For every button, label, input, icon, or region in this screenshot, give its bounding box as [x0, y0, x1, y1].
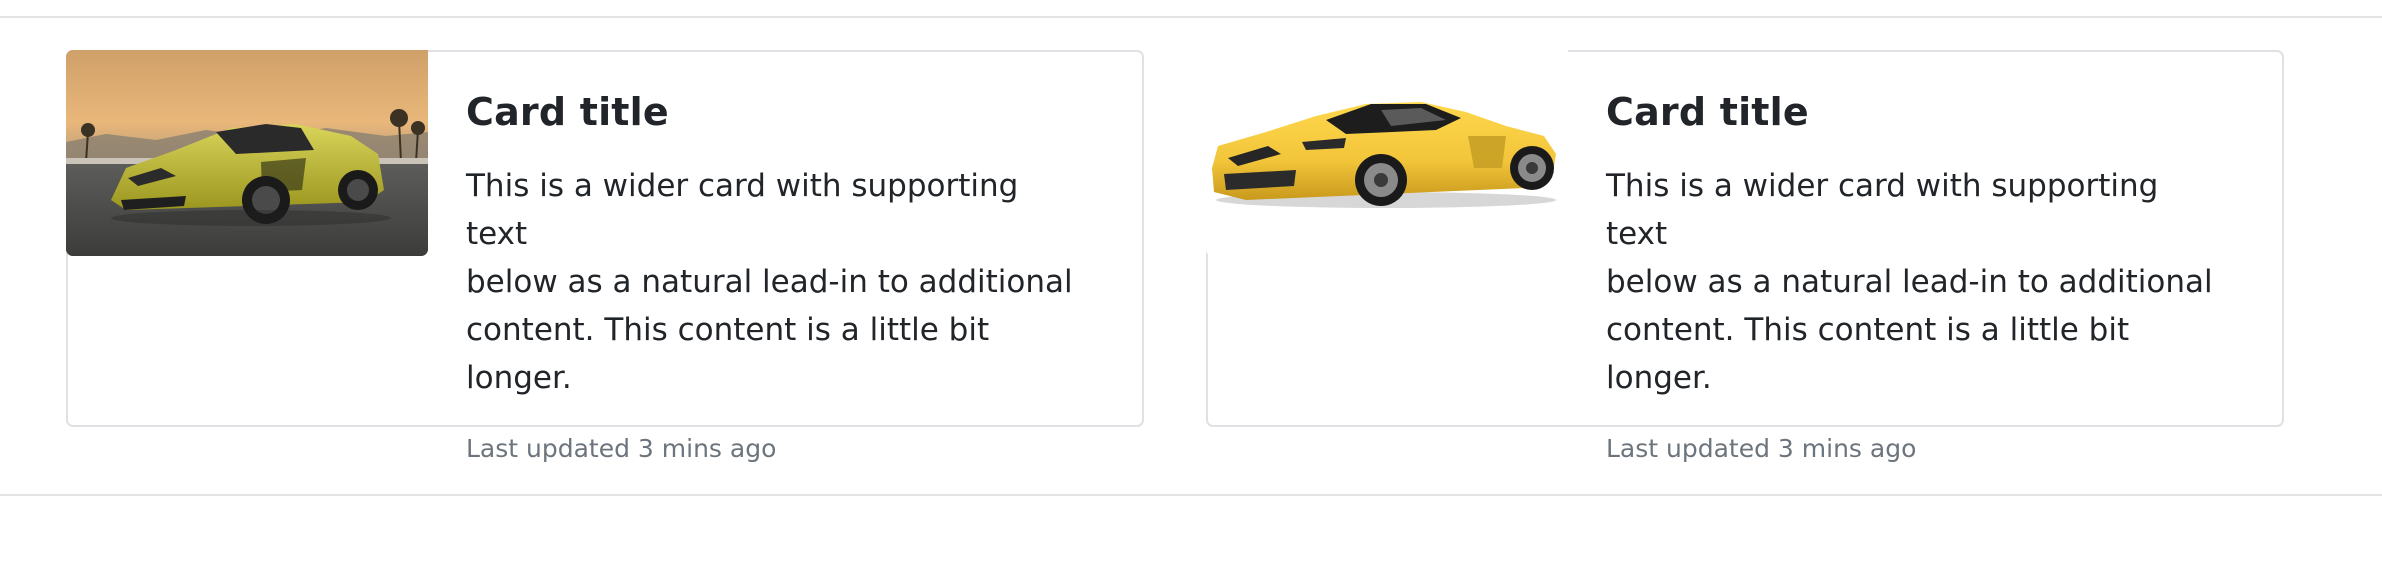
divider-top: [0, 16, 2382, 18]
divider-bottom: [0, 494, 2382, 496]
card-image: [1206, 50, 1568, 256]
lamborghini-illustration-icon: [1206, 50, 1568, 256]
page: Card title This is a wider card with sup…: [0, 0, 2382, 574]
hypercar-photo-icon: [66, 50, 428, 256]
card-text: This is a wider card with supporting tex…: [1606, 168, 2213, 396]
card-updated-text: Last updated 3 mins ago: [1606, 434, 1917, 463]
card-body: Card title This is a wider card with sup…: [1606, 90, 2226, 466]
card-title: Card title: [1606, 90, 1809, 134]
card: Card title This is a wider card with sup…: [66, 50, 1144, 463]
card-text: This is a wider card with supporting tex…: [466, 168, 1073, 396]
card-image: [66, 50, 428, 256]
card-title: Card title: [466, 90, 669, 134]
card-body: Card title This is a wider card with sup…: [466, 90, 1086, 466]
card: Card title This is a wider card with sup…: [1206, 50, 2284, 463]
card-updated-text: Last updated 3 mins ago: [466, 434, 777, 463]
